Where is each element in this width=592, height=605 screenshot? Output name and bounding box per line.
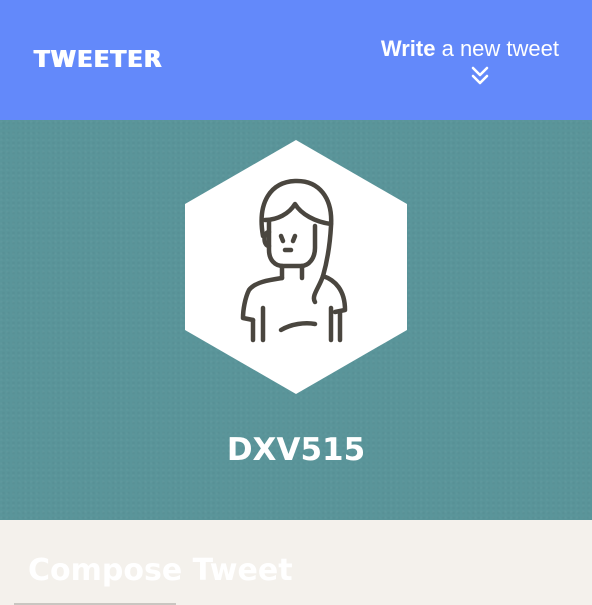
double-chevron-down-icon[interactable] (470, 66, 490, 86)
compose-title: Compose Tweet (28, 553, 293, 588)
username: DXV515 (226, 432, 366, 468)
brand-logo[interactable]: TWEETER (34, 46, 163, 74)
write-link-strong: Write (380, 36, 436, 61)
navbar: TWEETER Write a new tweet (0, 0, 592, 120)
write-link-rest: a new tweet (435, 36, 559, 61)
avatar (185, 140, 407, 394)
write-new-tweet-link[interactable]: Write a new tweet (319, 36, 559, 62)
compose-section: Compose Tweet (0, 520, 592, 605)
profile-banner: DXV515 (0, 120, 592, 520)
